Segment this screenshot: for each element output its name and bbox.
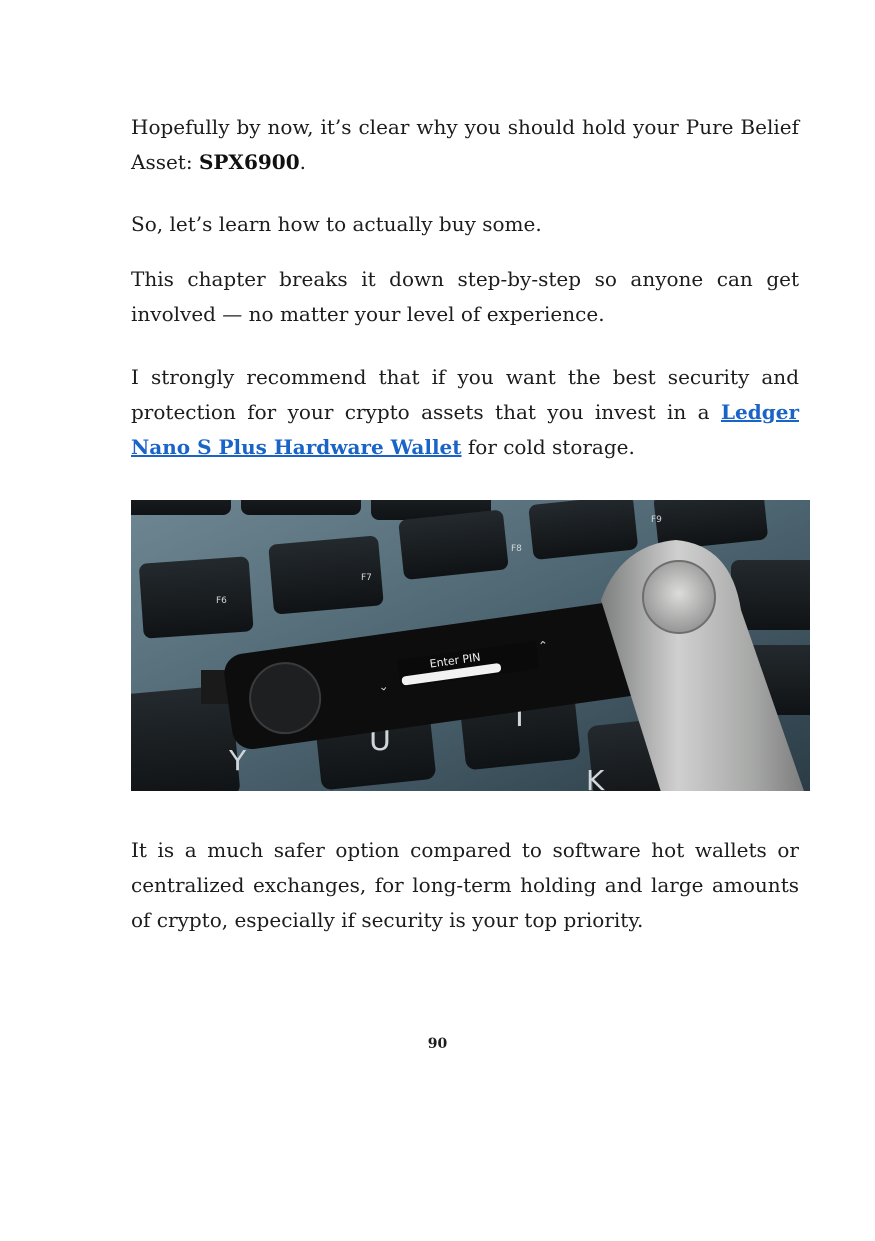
key-label-f7: F7 — [361, 573, 372, 583]
paragraph-recommendation: I strongly recommend that if you want th… — [131, 360, 799, 465]
paragraph-safer-option: It is a much safer option compared to so… — [131, 838, 799, 932]
svg-text:⌃: ⌃ — [537, 638, 549, 653]
svg-text:⌄: ⌄ — [377, 679, 389, 694]
key-label-k: K — [586, 764, 605, 791]
key-label-f8: F8 — [511, 544, 522, 554]
paragraph-intro: Hopefully by now, it’s clear why you sho… — [131, 110, 799, 180]
ledger-wallet-photo: F6 F7 F8 F9 Y U I K Enter PIN ⌄ ⌃ — [131, 500, 810, 791]
key-label-y: Y — [228, 744, 247, 777]
asset-name: SPX6900 — [198, 150, 300, 174]
paragraph-chapter: This chapter breaks it down step-by-step… — [131, 267, 799, 326]
recommendation-tail: for cold storage. — [461, 435, 635, 459]
page-number: 90 — [427, 1036, 448, 1052]
key-label-f6: F6 — [216, 596, 227, 606]
key-label-f9: F9 — [651, 515, 662, 525]
paragraph-learn: So, let’s learn how to actually buy some… — [131, 212, 542, 236]
recommendation-text: I strongly recommend that if you want th… — [131, 365, 799, 424]
intro-period: . — [299, 150, 306, 174]
